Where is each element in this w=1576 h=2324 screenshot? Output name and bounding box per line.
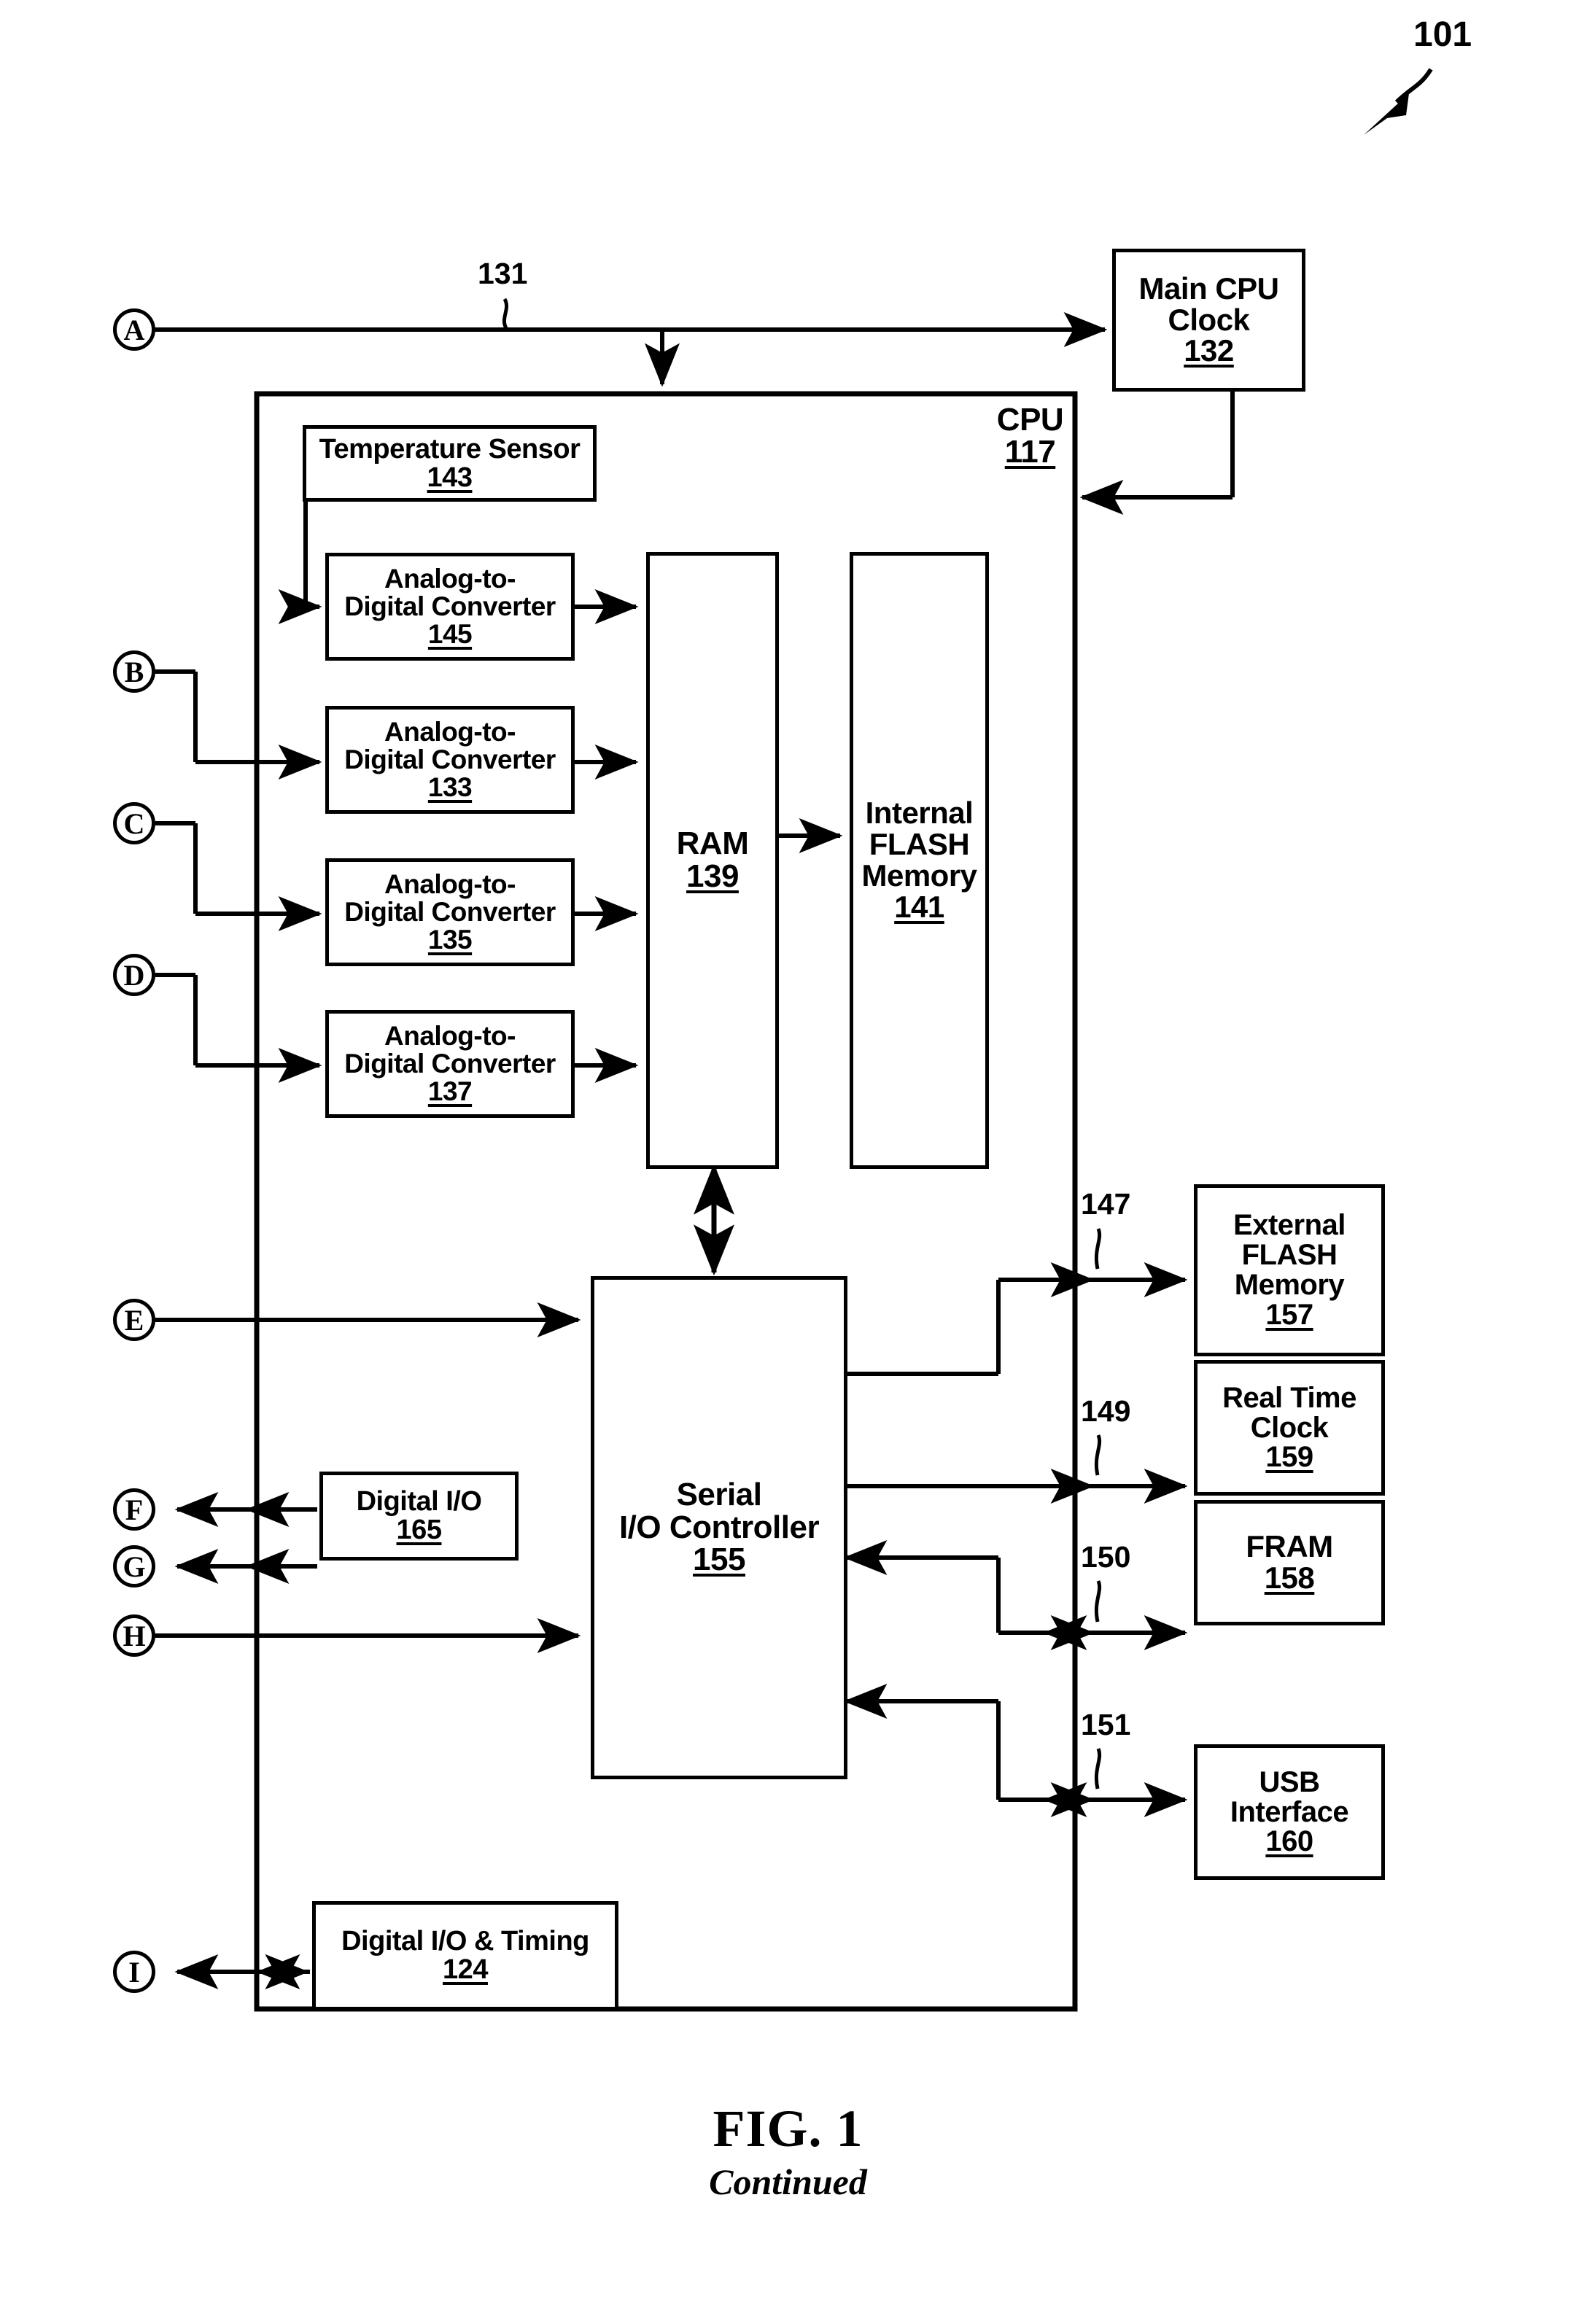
connector-e[interactable]: E [113,1299,155,1341]
block-digital-io[interactable]: Digital I/O 165 [319,1472,519,1561]
block-digital-io-timing-number: 124 [443,1954,488,1985]
connector-f[interactable]: F [113,1488,155,1531]
block-usb-interface-title: USB Interface [1230,1765,1349,1828]
line-reference-149: 149 [1081,1394,1131,1428]
block-fram-number: 158 [1264,1561,1315,1595]
connector-h[interactable]: H [113,1614,155,1657]
cpu-label-number: 117 [1004,434,1056,470]
block-usb-interface[interactable]: USB Interface 160 [1194,1744,1385,1880]
connection-lines-layer [155,68,1433,2012]
block-adc-133-title: Analog-to- Digital Converter [344,717,556,775]
block-real-time-clock[interactable]: Real Time Clock 159 [1194,1360,1385,1496]
block-internal-flash-memory[interactable]: Internal FLASH Memory 141 [850,552,989,1169]
block-fram[interactable]: FRAM 158 [1194,1500,1385,1625]
block-adc-145-number: 145 [427,618,473,649]
line-reference-150: 150 [1081,1540,1131,1574]
block-digital-io-number: 165 [396,1515,442,1545]
connector-a-label: A [123,313,145,346]
block-temperature-sensor-number: 143 [427,462,473,493]
figure-caption: FIG. 1 Continued [0,2099,1576,2203]
block-temperature-sensor-title: Temperature Sensor [319,433,581,465]
line-reference-131: 131 [478,257,528,290]
block-real-time-clock-title: Real Time Clock [1222,1381,1356,1444]
block-fram-title: FRAM [1246,1529,1333,1564]
block-ram-number: 139 [686,858,739,894]
block-adc-145-title: Analog-to- Digital Converter [344,564,556,622]
connector-i-label: I [128,1955,140,1989]
line-reference-147: 147 [1081,1187,1131,1221]
figure-caption-main: FIG. 1 [713,2099,863,2158]
connector-c-label: C [123,807,145,840]
connector-a[interactable]: A [113,308,155,351]
patent-figure-page: 101 131 A B C D E F G H I Main CPU Clock… [0,0,1576,2324]
block-internal-flash-memory-title: Internal FLASH Memory [861,796,977,893]
cpu-label-title: CPU [996,402,1064,438]
block-external-flash-memory-number: 157 [1265,1298,1313,1331]
cpu-label: CPU 117 [988,404,1072,468]
connector-e-label: E [124,1303,144,1337]
block-adc-135-title: Analog-to- Digital Converter [344,869,556,928]
block-adc-133-number: 133 [427,772,473,802]
block-serial-io-controller-title: Serial I/O Controller [618,1476,820,1545]
block-external-flash-memory-title: External FLASH Memory [1233,1209,1346,1301]
connector-d-label: D [123,958,145,992]
block-temperature-sensor[interactable]: Temperature Sensor 143 [303,425,597,502]
block-serial-io-controller-number: 155 [693,1542,745,1578]
block-internal-flash-memory-number: 141 [894,889,944,924]
connector-h-label: H [123,1619,146,1652]
block-digital-io-timing[interactable]: Digital I/O & Timing 124 [312,1901,618,2010]
block-adc-145[interactable]: Analog-to- Digital Converter 145 [325,553,575,661]
connector-i[interactable]: I [113,1951,155,1993]
block-external-flash-memory[interactable]: External FLASH Memory 157 [1194,1184,1385,1356]
figure-caption-sub: Continued [709,2161,867,2202]
block-ram[interactable]: RAM 139 [646,552,779,1169]
block-adc-137-number: 137 [427,1076,473,1106]
block-adc-135[interactable]: Analog-to- Digital Converter 135 [325,858,575,966]
connector-f-label: F [125,1493,144,1526]
block-main-cpu-clock[interactable]: Main CPU Clock 132 [1112,249,1305,392]
connector-g-label: G [123,1550,146,1583]
block-adc-135-number: 135 [427,924,473,955]
figure-reference-101: 101 [1413,15,1472,54]
block-ram-title: RAM [676,825,749,862]
block-usb-interface-number: 160 [1265,1825,1313,1858]
connector-c[interactable]: C [113,802,155,844]
connector-b-label: B [124,655,144,688]
connector-d[interactable]: D [113,954,155,996]
block-adc-137[interactable]: Analog-to- Digital Converter 137 [325,1010,575,1118]
block-serial-io-controller[interactable]: Serial I/O Controller 155 [591,1276,847,1779]
block-main-cpu-clock-title: Main CPU Clock [1138,271,1279,337]
block-main-cpu-clock-number: 132 [1184,333,1234,368]
line-reference-151: 151 [1081,1708,1131,1741]
block-digital-io-title: Digital I/O [356,1486,482,1517]
block-real-time-clock-number: 159 [1265,1441,1313,1474]
connector-b[interactable]: B [113,650,155,693]
connector-g[interactable]: G [113,1545,155,1587]
block-adc-137-title: Analog-to- Digital Converter [344,1021,556,1079]
block-digital-io-timing-title: Digital I/O & Timing [341,1926,589,1957]
block-adc-133[interactable]: Analog-to- Digital Converter 133 [325,706,575,814]
